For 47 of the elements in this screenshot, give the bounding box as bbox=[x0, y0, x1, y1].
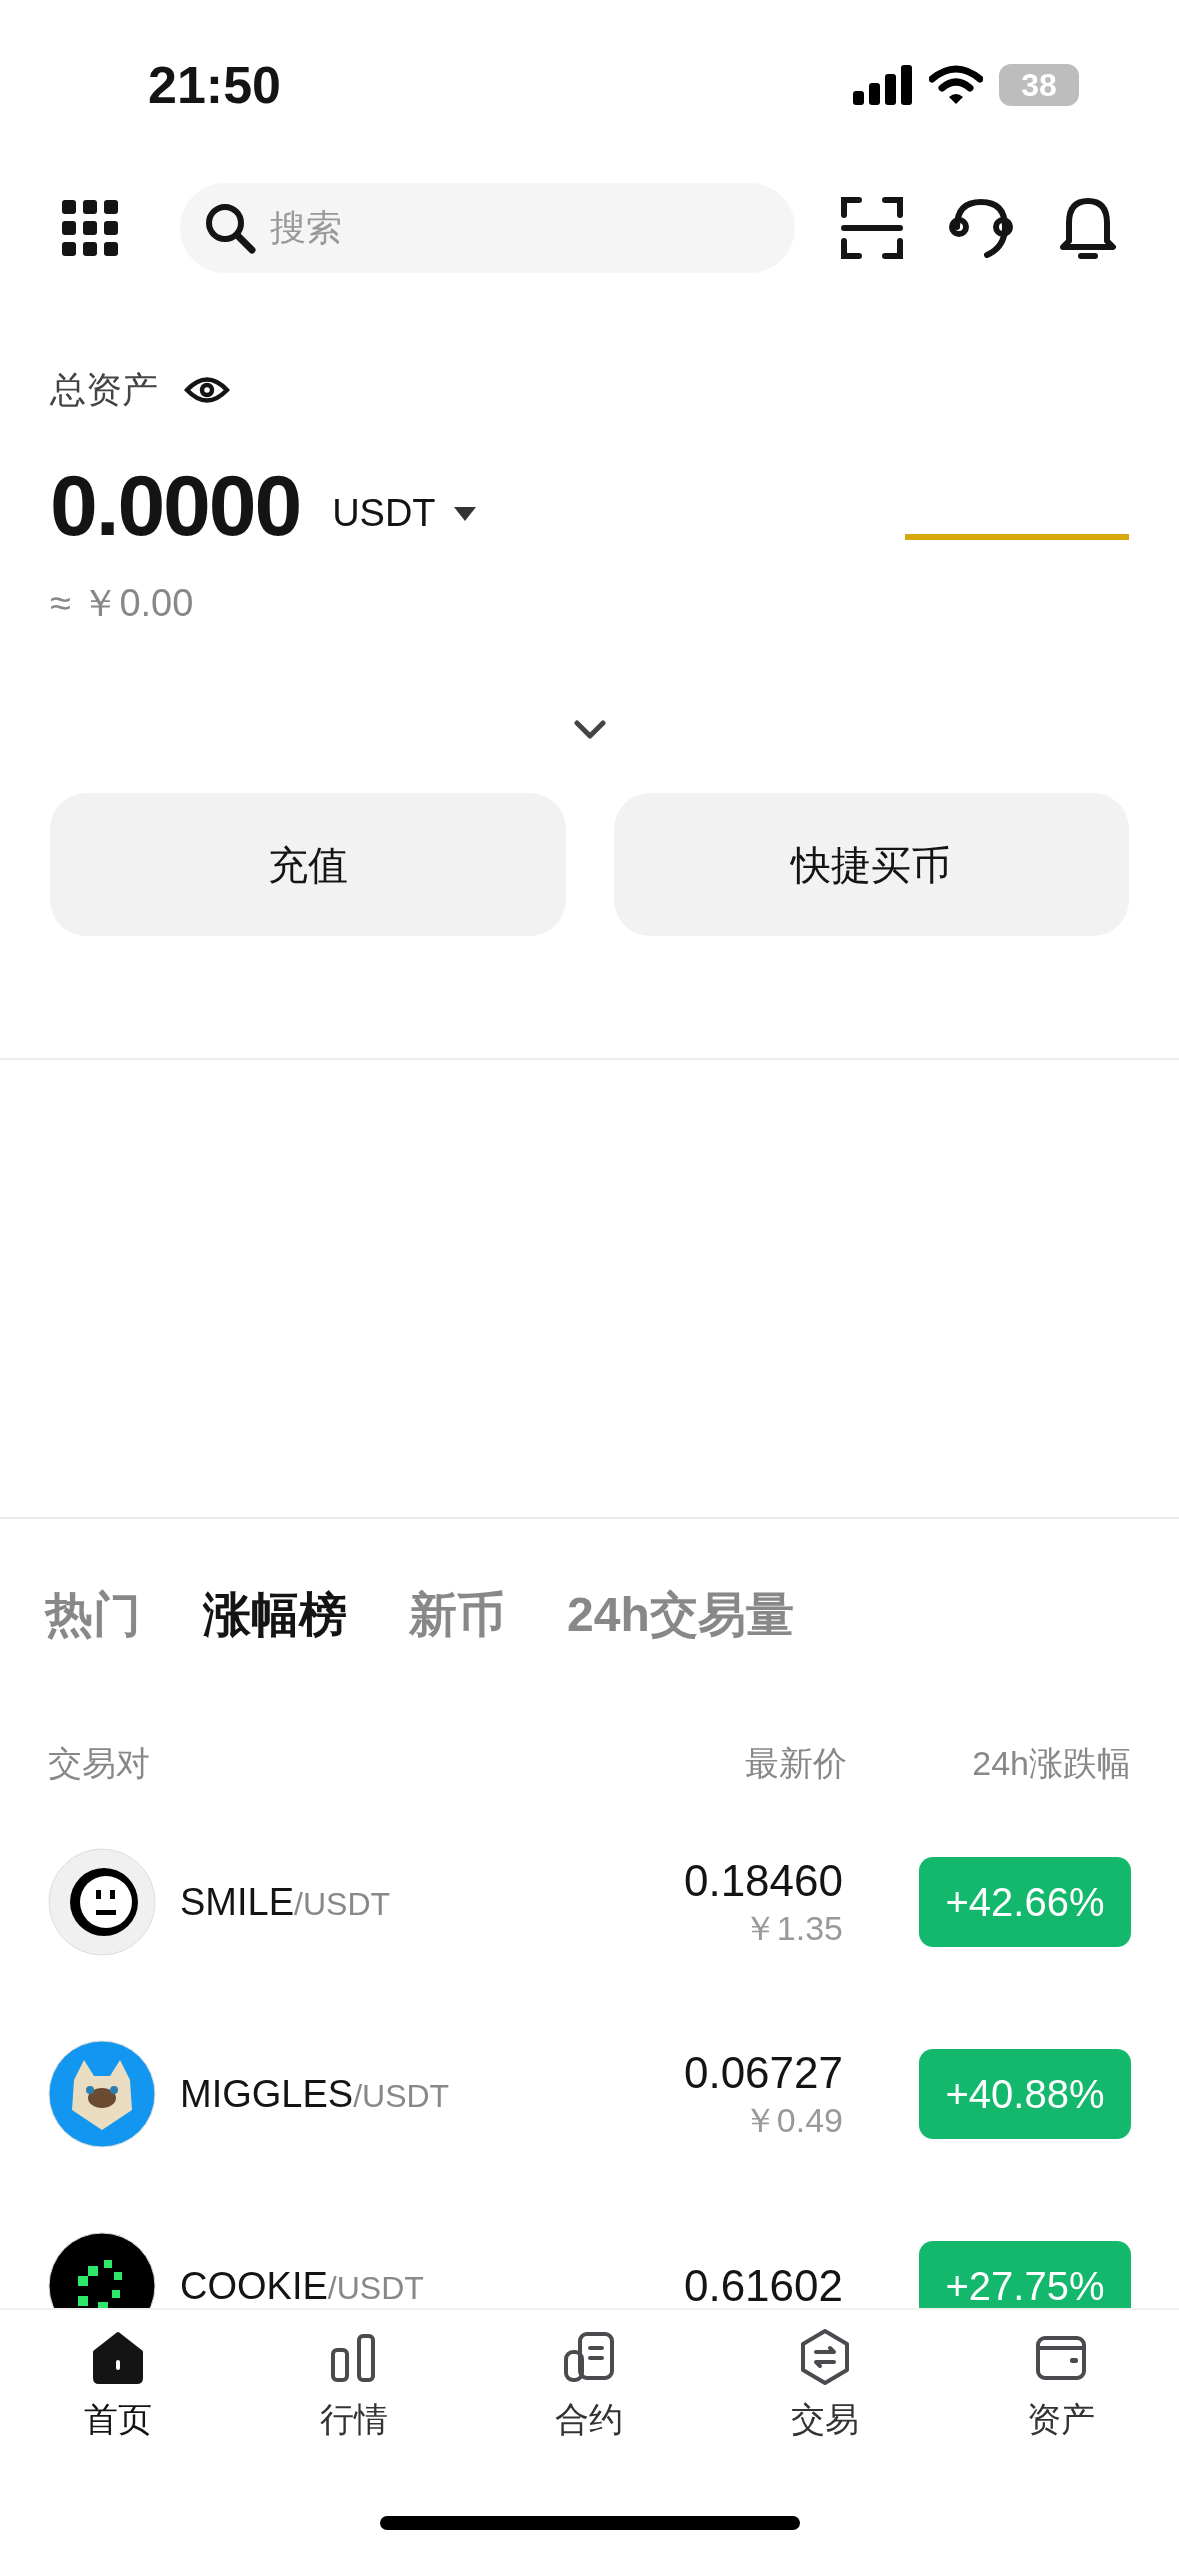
market-row[interactable]: SMILE/USDT 0.18460 ￥1.35 +42.66% bbox=[0, 1806, 1179, 1998]
change-badge: +27.75% bbox=[919, 2241, 1131, 2308]
pair-base: MIGGLES bbox=[180, 2071, 354, 2117]
balance-amount: 0.0000 bbox=[50, 462, 301, 548]
change-badge: +40.88% bbox=[919, 2049, 1131, 2139]
caret-icon bbox=[453, 506, 476, 521]
battery-level: 38 bbox=[1021, 66, 1057, 105]
column-header: 24h涨跌幅 bbox=[971, 1742, 1131, 1784]
nav-tab[interactable]: 合约 bbox=[471, 2326, 708, 2445]
status-time: 21:50 bbox=[148, 55, 281, 116]
last-price: 0.18460 bbox=[683, 1855, 843, 1907]
market-row[interactable]: COOKIE/USDT 0.61602 +27.75% bbox=[0, 2190, 1179, 2308]
nav-tab[interactable]: 交易 bbox=[707, 2326, 944, 2445]
pair-quote: /USDT bbox=[327, 2268, 424, 2308]
tab[interactable]: 涨幅榜 bbox=[203, 1579, 347, 1651]
tab[interactable]: 新币 bbox=[409, 1579, 505, 1651]
price-cny: ￥1.35 bbox=[742, 1908, 843, 1949]
last-price: 0.06727 bbox=[683, 2047, 843, 2099]
last-price: 0.61602 bbox=[683, 2260, 843, 2308]
pair-quote: /USDT bbox=[294, 1884, 391, 1924]
chevron-down-icon[interactable] bbox=[573, 720, 606, 740]
nav-tab[interactable]: 资产 bbox=[943, 2326, 1179, 2445]
search-field[interactable]: 搜索 bbox=[180, 183, 795, 273]
menu-icon[interactable] bbox=[62, 200, 118, 256]
pair-base: SMILE bbox=[180, 1879, 295, 1925]
nav-tab[interactable]: 首页 bbox=[0, 2326, 236, 2445]
action-button[interactable]: 充值 bbox=[50, 793, 566, 936]
eye-icon[interactable] bbox=[184, 375, 230, 405]
price-cny: ￥0.49 bbox=[742, 2100, 843, 2141]
total-assets-label: 总资产 bbox=[50, 368, 158, 412]
bell-icon[interactable] bbox=[1059, 195, 1117, 261]
headset-icon[interactable] bbox=[947, 197, 1015, 259]
wifi-icon bbox=[929, 65, 983, 105]
column-header: 最新价 bbox=[745, 1742, 847, 1784]
balance-approx: ≈ ￥0.00 bbox=[50, 580, 194, 626]
scan-icon[interactable] bbox=[841, 197, 903, 259]
tab[interactable]: 热门 bbox=[45, 1579, 141, 1651]
market-row[interactable]: MIGGLES/USDT 0.06727 ￥0.49 +40.88% bbox=[0, 1998, 1179, 2190]
column-header: 交易对 bbox=[48, 1742, 150, 1784]
pair-quote: /USDT bbox=[353, 2076, 450, 2116]
nav-tab[interactable]: 行情 bbox=[235, 2326, 472, 2445]
signal-icon bbox=[853, 65, 913, 105]
pair-base: COOKIE bbox=[180, 2263, 328, 2308]
change-badge: +42.66% bbox=[919, 1857, 1131, 1947]
currency-selector[interactable]: USDT bbox=[332, 485, 476, 542]
tab[interactable]: 24h交易量 bbox=[567, 1579, 794, 1651]
action-button[interactable]: 快捷买币 bbox=[613, 793, 1129, 936]
